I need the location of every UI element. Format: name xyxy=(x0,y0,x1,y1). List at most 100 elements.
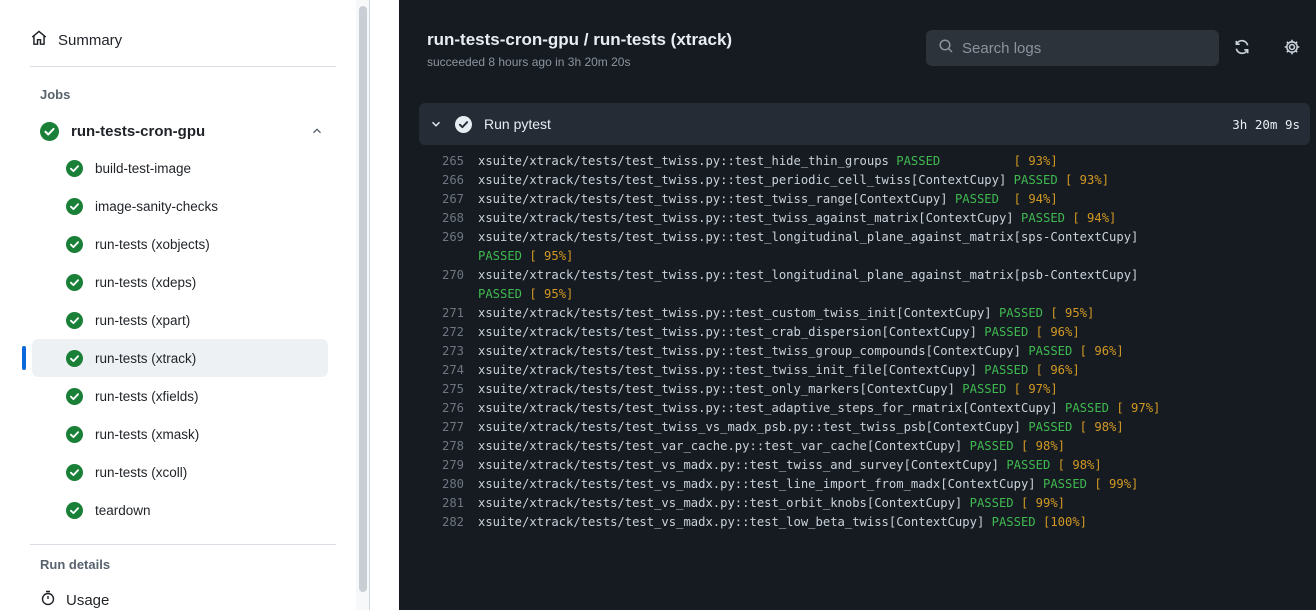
success-check-icon xyxy=(66,311,83,329)
log-line-number[interactable]: 281 xyxy=(419,494,478,513)
log-line-number[interactable]: 268 xyxy=(419,209,478,228)
log-line-text: xsuite/xtrack/tests/test_twiss.py::test_… xyxy=(478,228,1138,247)
search-input[interactable] xyxy=(962,39,1202,57)
job-step-item[interactable]: image-sanity-checks xyxy=(32,187,328,225)
log-line: PASSED [ 95%] xyxy=(419,285,1160,304)
log-status: PASSED xyxy=(962,382,1007,396)
log-line-text: xsuite/xtrack/tests/test_twiss.py::test_… xyxy=(478,152,1058,171)
log-line: 268 xsuite/xtrack/tests/test_twiss.py::te… xyxy=(419,209,1160,228)
divider xyxy=(30,66,336,67)
log-line-text: xsuite/xtrack/tests/test_twiss.py::test_… xyxy=(478,171,1109,190)
log-line-number[interactable]: 278 xyxy=(419,437,478,456)
log-status: PASSED xyxy=(478,287,523,301)
log-line: 275 xsuite/xtrack/tests/test_twiss.py::te… xyxy=(419,380,1160,399)
chevron-down-icon xyxy=(429,117,443,131)
log-line: 271 xsuite/xtrack/tests/test_twiss.py::te… xyxy=(419,304,1160,323)
log-percent: [ 95%] xyxy=(522,287,574,301)
log-percent: [ 96%] xyxy=(1028,363,1080,377)
job-step-label: teardown xyxy=(95,502,151,518)
log-line-number[interactable]: 270 xyxy=(419,266,478,285)
job-step-item[interactable]: run-tests (xdeps) xyxy=(32,263,328,301)
log-line: 281 xsuite/xtrack/tests/test_vs_madx.py::… xyxy=(419,494,1160,513)
log-line-number[interactable]: 280 xyxy=(419,475,478,494)
summary-label: Summary xyxy=(58,31,123,49)
job-step-item[interactable]: teardown xyxy=(32,491,328,529)
search-icon xyxy=(938,38,954,58)
log-line-number[interactable] xyxy=(419,247,478,266)
log-line-text: xsuite/xtrack/tests/test_twiss.py::test_… xyxy=(478,399,1160,418)
log-line-text: xsuite/xtrack/tests/test_twiss.py::test_… xyxy=(478,209,1116,228)
log-line-number[interactable]: 276 xyxy=(419,399,478,418)
log-status: PASSED xyxy=(1028,344,1073,358)
job-step-item[interactable]: build-test-image xyxy=(32,149,328,187)
log-line-number[interactable]: 277 xyxy=(419,418,478,437)
search-box[interactable] xyxy=(926,30,1219,66)
job-step-item[interactable]: run-tests (xobjects) xyxy=(32,225,328,263)
job-step-label: run-tests (xmask) xyxy=(95,426,200,442)
log-line-number[interactable]: 267 xyxy=(419,190,478,209)
job-name: run-tests-cron-gpu xyxy=(71,122,206,140)
log-line-number[interactable]: 274 xyxy=(419,361,478,380)
log-line-number[interactable]: 271 xyxy=(419,304,478,323)
log-line: 279 xsuite/xtrack/tests/test_vs_madx.py::… xyxy=(419,456,1160,475)
log-line-number[interactable] xyxy=(419,285,478,304)
log-percent: [ 96%] xyxy=(1072,344,1124,358)
log-status: PASSED xyxy=(969,496,1014,510)
log-line-number[interactable]: 269 xyxy=(419,228,478,247)
success-check-icon xyxy=(66,197,83,215)
success-check-icon xyxy=(66,501,83,519)
log-percent: [ 98%] xyxy=(1050,458,1102,472)
job-step-item[interactable]: run-tests (xpart) xyxy=(32,301,328,339)
log-line-number[interactable]: 266 xyxy=(419,171,478,190)
job-step-label: run-tests (xtrack) xyxy=(95,350,197,366)
job-group-header[interactable]: run-tests-cron-gpu xyxy=(34,114,330,148)
run-details-heading: Run details xyxy=(40,557,111,572)
usage-link[interactable]: Usage xyxy=(40,590,109,610)
sidebar-scrollbar-thumb[interactable] xyxy=(359,6,367,592)
success-check-icon xyxy=(66,463,83,481)
summary-link[interactable]: Summary xyxy=(30,22,340,58)
log-line: 269 xsuite/xtrack/tests/test_twiss.py::te… xyxy=(419,228,1160,247)
log-line-number[interactable]: 272 xyxy=(419,323,478,342)
log-status: PASSED xyxy=(1006,458,1051,472)
log-status: PASSED xyxy=(478,249,523,263)
log-text: xsuite/xtrack/tests/test_twiss.py::test_… xyxy=(478,382,963,396)
job-step-item[interactable]: run-tests (xmask) xyxy=(32,415,328,453)
log-text: xsuite/xtrack/tests/test_vs_madx.py::tes… xyxy=(478,477,1043,491)
chevron-up-icon[interactable] xyxy=(310,124,324,138)
job-step-item[interactable]: run-tests (xtrack) xyxy=(22,339,328,377)
job-step-item[interactable]: run-tests (xcoll) xyxy=(32,453,328,491)
log-line: 277 xsuite/xtrack/tests/test_twiss_vs_mad… xyxy=(419,418,1160,437)
success-check-icon xyxy=(40,121,59,141)
log-line-number[interactable]: 265 xyxy=(419,152,478,171)
log-line-number[interactable]: 282 xyxy=(419,513,478,532)
log-text: xsuite/xtrack/tests/test_twiss.py::test_… xyxy=(478,154,897,168)
log-line-text: xsuite/xtrack/tests/test_twiss_vs_madx_p… xyxy=(478,418,1124,437)
log-output[interactable]: 265 xsuite/xtrack/tests/test_twiss.py::te… xyxy=(419,146,1310,610)
log-status: PASSED xyxy=(984,363,1029,377)
log-line-number[interactable]: 275 xyxy=(419,380,478,399)
log-percent: [ 99%] xyxy=(1013,496,1066,510)
job-steps-list: build-test-image image-sanity-checks run-t… xyxy=(22,149,328,529)
sidebar-content: Summary Jobs run-tests-cron-gpu build-te… xyxy=(0,0,356,610)
log-text: xsuite/xtrack/tests/test_twiss.py::test_… xyxy=(478,268,1139,282)
job-step-item[interactable]: run-tests (xfields) xyxy=(32,377,328,415)
log-lines-list: 265 xsuite/xtrack/tests/test_twiss.py::te… xyxy=(419,152,1160,532)
log-percent: [ 97%] xyxy=(1006,382,1058,396)
log-line-number[interactable]: 273 xyxy=(419,342,478,361)
log-text: xsuite/xtrack/tests/test_twiss.py::test_… xyxy=(478,363,985,377)
log-line: 266 xsuite/xtrack/tests/test_twiss.py::te… xyxy=(419,171,1160,190)
log-line-text: xsuite/xtrack/tests/test_twiss.py::test_… xyxy=(478,190,1058,209)
refresh-icon[interactable] xyxy=(1233,38,1253,58)
log-text: xsuite/xtrack/tests/test_vs_madx.py::tes… xyxy=(478,515,992,529)
log-status: PASSED xyxy=(954,192,999,206)
usage-label: Usage xyxy=(66,591,110,609)
log-line-text: xsuite/xtrack/tests/test_twiss.py::test_… xyxy=(478,266,1138,285)
log-line-number[interactable]: 279 xyxy=(419,456,478,475)
job-step-label: run-tests (xobjects) xyxy=(95,236,210,252)
gear-icon[interactable] xyxy=(1283,38,1303,58)
log-step-header[interactable]: Run pytest 3h 20m 9s xyxy=(419,103,1310,145)
log-line: 267 xsuite/xtrack/tests/test_twiss.py::te… xyxy=(419,190,1160,209)
log-status: PASSED xyxy=(998,306,1043,320)
log-line: 276 xsuite/xtrack/tests/test_twiss.py::te… xyxy=(419,399,1160,418)
